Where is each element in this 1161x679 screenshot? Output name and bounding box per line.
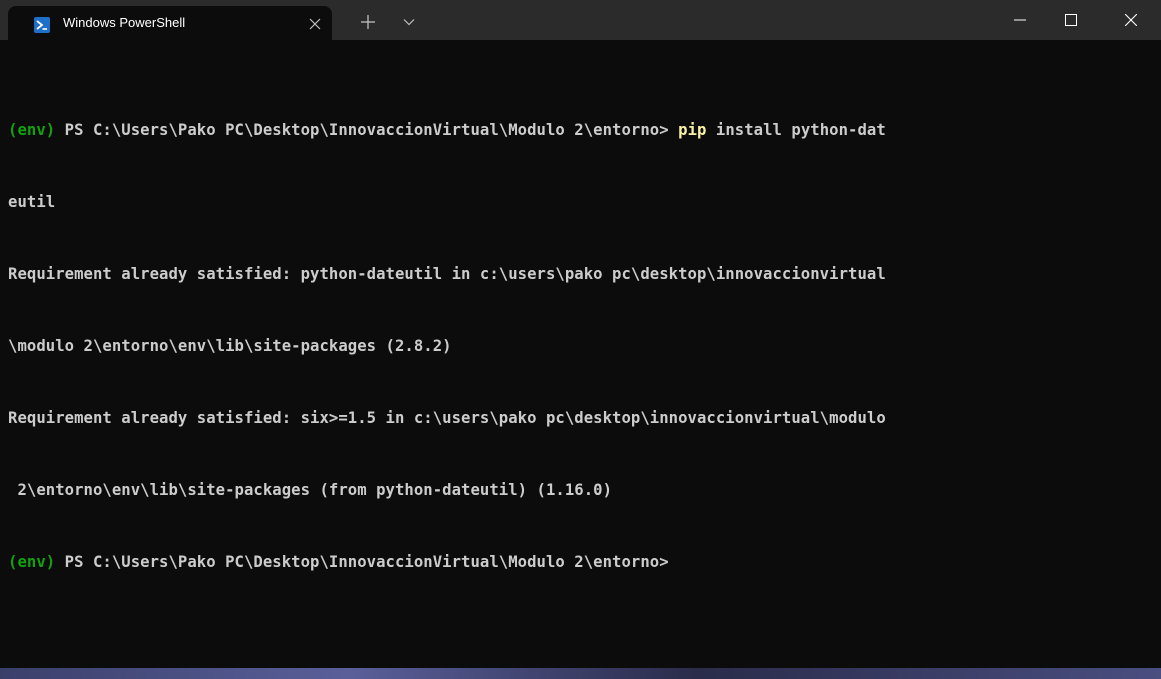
chevron-down-icon[interactable]: [402, 15, 416, 29]
title-bar[interactable]: Windows PowerShell: [0, 0, 1161, 40]
tab-title: Windows PowerShell: [63, 15, 186, 30]
close-icon: [1125, 14, 1137, 26]
terminal-line: (env) PS C:\Users\Pako PC\Desktop\Innova…: [8, 118, 1158, 142]
terminal-line: \modulo 2\entorno\env\lib\site-packages …: [8, 337, 452, 355]
minimize-button[interactable]: [997, 0, 1043, 40]
maximize-icon: [1065, 14, 1077, 26]
close-window-button[interactable]: [1108, 0, 1154, 40]
terminal-line: Requirement already satisfied: six>=1.5 …: [8, 409, 886, 427]
env-indicator: (env): [8, 553, 56, 571]
terminal-line: eutil: [8, 193, 56, 211]
tab-windows-powershell[interactable]: Windows PowerShell: [8, 6, 332, 40]
powershell-window: Windows PowerShell (env) PS C:\Users\Pak…: [0, 0, 1161, 679]
close-icon[interactable]: [308, 17, 322, 31]
prompt-text: PS C:\Users\Pako PC\Desktop\InnovaccionV…: [55, 121, 679, 139]
command-args: install python-dat: [706, 121, 886, 139]
terminal-line: Requirement already satisfied: python-da…: [8, 265, 886, 283]
env-indicator: (env): [8, 121, 56, 139]
terminal-output[interactable]: (env) PS C:\Users\Pako PC\Desktop\Innova…: [8, 70, 1158, 622]
prompt-text: PS C:\Users\Pako PC\Desktop\InnovaccionV…: [55, 553, 669, 571]
terminal-line: (env) PS C:\Users\Pako PC\Desktop\Innova…: [8, 550, 1158, 574]
command-name: pip: [678, 121, 707, 139]
minimize-icon: [1014, 19, 1026, 21]
maximize-button[interactable]: [1048, 0, 1094, 40]
powershell-icon: [34, 17, 50, 33]
plus-icon[interactable]: [360, 14, 376, 30]
desktop-wallpaper-strip: [0, 668, 1161, 679]
terminal-line: 2\entorno\env\lib\site-packages (from py…: [8, 481, 613, 499]
